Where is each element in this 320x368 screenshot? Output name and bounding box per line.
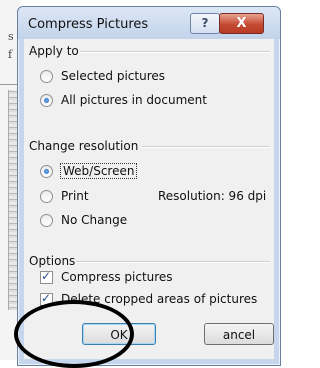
compress-pictures-label: Compress pictures: [61, 270, 173, 284]
divider: [76, 261, 270, 263]
checkbox-compress-pictures[interactable]: Compress pictures: [40, 269, 173, 284]
print-label: Print: [61, 189, 89, 203]
compress-pictures-dialog: Compress Pictures ? X Apply to Selected …: [17, 6, 281, 366]
radio-button[interactable]: [40, 164, 53, 178]
dialog-content: Apply to Selected pictures All pictures …: [24, 39, 274, 359]
radio-button[interactable]: [40, 213, 53, 227]
dialog-titlebar[interactable]: Compress Pictures ? X: [18, 7, 280, 39]
change-resolution-heading: Change resolution: [29, 139, 139, 153]
background-text: f: [8, 48, 13, 61]
delete-cropped-label: Delete cropped areas of pictures: [61, 292, 258, 306]
cancel-button[interactable]: ancel: [204, 323, 274, 345]
divider: [142, 146, 270, 148]
selected-pictures-label: Selected pictures: [61, 69, 165, 83]
radio-web-screen[interactable]: Web/Screen: [40, 163, 138, 179]
checkbox[interactable]: [40, 291, 53, 306]
radio-button[interactable]: [40, 189, 53, 203]
background-text: s: [8, 30, 14, 43]
dialog-title: Compress Pictures: [28, 17, 149, 32]
all-pictures-label: All pictures in document: [61, 93, 207, 107]
options-heading: Options: [29, 254, 76, 268]
close-icon: X: [236, 16, 247, 31]
radio-selected-pictures[interactable]: Selected pictures: [40, 69, 165, 83]
checkbox[interactable]: [40, 269, 53, 284]
radio-button[interactable]: [40, 69, 53, 83]
help-button[interactable]: ?: [190, 13, 220, 34]
apply-to-heading: Apply to: [29, 44, 79, 58]
no-change-label: No Change: [61, 213, 128, 227]
radio-print[interactable]: Print: [40, 189, 89, 203]
resolution-readout: Resolution: 96 dpi: [158, 189, 267, 203]
divider: [80, 51, 270, 53]
radio-all-pictures[interactable]: All pictures in document: [40, 93, 207, 107]
close-button[interactable]: X: [219, 13, 264, 34]
web-screen-label: Web/Screen: [59, 163, 138, 179]
ok-button[interactable]: OK: [82, 323, 156, 345]
checkbox-delete-cropped[interactable]: Delete cropped areas of pictures: [40, 291, 258, 306]
radio-no-change[interactable]: No Change: [40, 213, 127, 227]
radio-button[interactable]: [40, 93, 53, 107]
